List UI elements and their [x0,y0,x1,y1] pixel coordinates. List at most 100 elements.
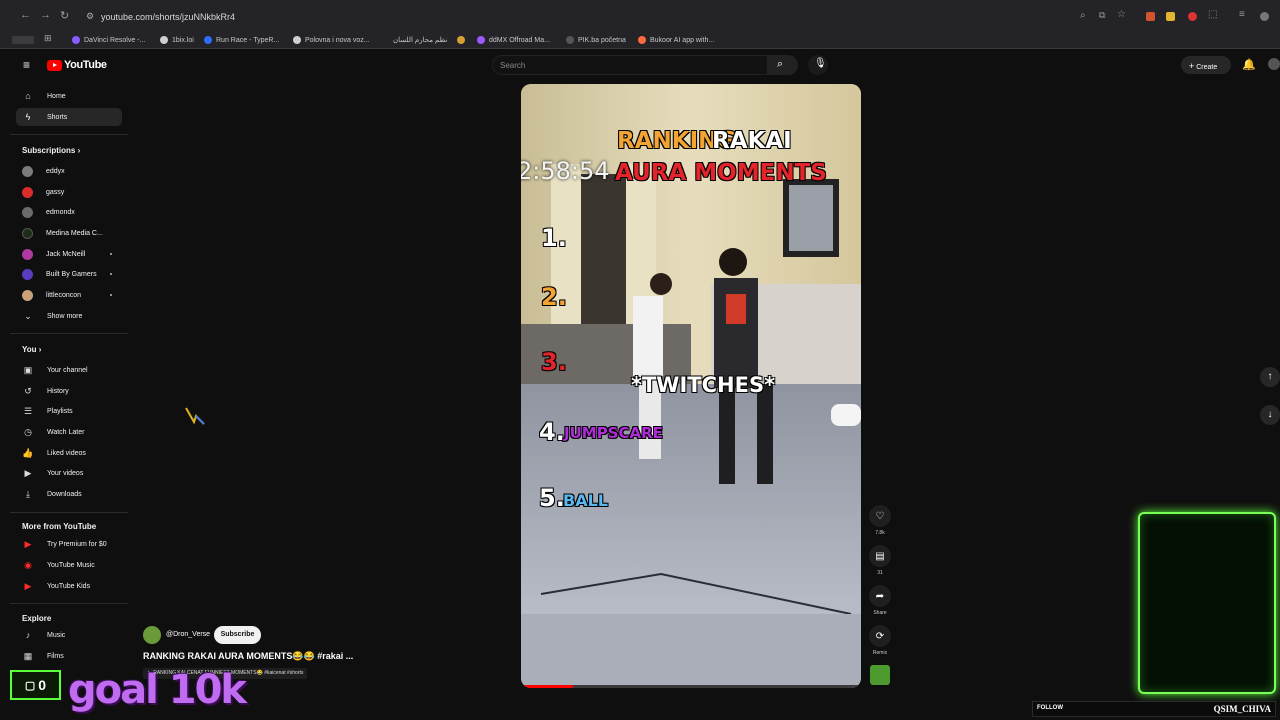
bookmark-item[interactable]: DaVinci Resolve -... [72,36,145,44]
bookmark-icon [566,36,574,44]
search-input[interactable]: Search [492,55,768,75]
site-info-icon[interactable]: ⚙ [86,11,94,22]
home-icon: ⌂ [25,91,31,101]
sidebar-item-films[interactable]: ▦ Films [16,647,122,665]
bookmark-item[interactable]: Bukoor AI app with... [638,36,714,44]
star-icon[interactable]: ☆ [1117,9,1126,20]
share-button[interactable]: ➦ Share [869,585,891,616]
sidebar-item-premium[interactable]: ▶ Try Premium for $0 [16,535,122,553]
search-button[interactable]: ⌕ [768,55,798,75]
apps-icon[interactable] [12,36,34,44]
title-word-rakai: RAKAI [712,128,792,154]
youtube-kids-icon: ▶ [24,580,32,591]
sidebar-item-home[interactable]: ⌂ Home [16,87,122,105]
previous-short-button[interactable]: ↑ [1260,367,1280,387]
extension-icon[interactable] [1146,12,1155,21]
youtube-premium-icon: ▶ [24,538,32,549]
install-icon[interactable]: ⧉ [1099,10,1105,21]
grid-icon[interactable]: ⊞ [44,33,52,44]
sidebar-item-your-videos[interactable]: ▶ Your videos [16,464,122,482]
bookmark-item[interactable]: Run Race - TypeR... [204,36,279,44]
sidebar-item-music[interactable]: ◉ YouTube Music [16,556,122,574]
sidebar-item-your-channel[interactable]: ▣ Your channel [16,361,122,379]
rank-5: 5. [539,484,565,512]
hamburger-menu-icon[interactable]: ≡ [23,58,30,72]
audio-thumbnail[interactable] [870,665,890,685]
reload-icon[interactable]: ↻ [60,9,69,22]
next-short-button[interactable]: ↓ [1260,405,1280,425]
youtube-logo-text[interactable]: YouTube [64,59,107,71]
bookmark-icon [204,36,212,44]
bookmark-item[interactable]: PIK.ba početna [566,36,626,44]
avatar [22,165,33,177]
show-more-button[interactable]: ⌄ Show more [16,307,122,325]
sidebar-item-history[interactable]: ↺ History [16,382,122,400]
comments-button[interactable]: ▤ 31 [869,545,891,576]
comment-icon: ▤ [869,545,891,567]
bookmark-item[interactable]: 1bix.loi [160,36,194,44]
youtube-music-icon: ◉ [24,559,32,570]
extension-icon[interactable] [1188,12,1197,21]
channel-avatar[interactable] [143,626,161,644]
channel-icon: ▣ [23,364,33,375]
extension-icon[interactable] [1166,12,1175,21]
sidebar-item-downloads[interactable]: ⤓ Downloads [16,485,122,503]
sidebar-item-kids[interactable]: ▶ YouTube Kids [16,577,122,595]
history-icon: ↺ [24,385,32,396]
url-text: youtube.com/shorts/jzuNNkbkRr4 [101,12,236,22]
bookmark-item[interactable]: نظم محارم اللسان [393,36,466,44]
menu-icon[interactable]: ≡ [1239,9,1245,20]
account-avatar[interactable] [1268,58,1280,70]
remix-icon: ⟳ [869,625,891,647]
live-dot [110,273,112,275]
create-button[interactable]: + Create [1181,56,1231,74]
avatar [22,186,33,198]
shorts-icon: ϟ [25,112,31,122]
follow-bar: FOLLOW QSIM_CHIVA [1032,701,1276,717]
youtube-logo-icon[interactable] [47,60,62,71]
sidebar-item-playlists[interactable]: ☰ Playlists [16,402,122,420]
sidebar-item-subscription[interactable]: littleconcon [16,286,122,304]
voice-search-button[interactable]: 🎙 [808,55,828,75]
channel-handle[interactable]: @Dron_Verse [166,631,210,638]
avatar [22,248,33,260]
sidebar-item-shorts[interactable]: ϟ Shorts [16,108,122,126]
sidebar-item-watch-later[interactable]: ◷ Watch Later [16,423,122,441]
mic-icon: 🎙 [814,58,827,69]
arrow-up-icon: ↑ [1267,371,1273,382]
playlists-icon: ☰ [23,405,33,416]
rank-2: 2. [541,283,567,311]
sidebar-item-subscription[interactable]: Built By Gamers [16,265,122,283]
subscriptions-heading[interactable]: Subscriptions › [22,146,80,155]
remix-button[interactable]: ⟳ Remix [869,625,891,656]
back-icon[interactable]: ← [20,9,31,21]
arrow-down-icon: ↓ [1267,409,1273,420]
sidebar-item-liked-videos[interactable]: 👍 Liked videos [16,444,122,462]
bookmark-item[interactable]: Polovna i nova voz... [293,36,370,44]
address-bar[interactable]: ⚙ youtube.com/shorts/jzuNNkbkRr4 [80,7,1080,27]
live-dot [110,253,112,255]
profile-icon[interactable] [1260,12,1269,21]
sidebar-item-subscription[interactable]: Medina Media C... [16,224,122,242]
subscribe-button[interactable]: Subscribe [214,626,261,644]
bookmark-icon [72,36,80,44]
explore-heading: Explore [22,614,52,623]
streamer-name: QSIM_CHIVA [1213,704,1271,714]
forward-icon[interactable]: → [40,9,51,21]
sidebar-item-explore-music[interactable]: ♪ Music [16,626,122,644]
extensions-icon[interactable]: ⬚ [1208,9,1217,20]
bookmark-icon [638,36,646,44]
like-button[interactable]: ♡ 7.8k [869,505,891,536]
sidebar-item-subscription[interactable]: eddyx [16,162,122,180]
goal-counter: ▢ 0 [10,670,61,700]
sidebar-item-subscription[interactable]: Jack McNeill [16,245,122,263]
notifications-icon[interactable]: 🔔 [1242,58,1256,71]
divider [10,134,128,135]
zoom-icon[interactable]: ⌕ [1080,10,1086,21]
bookmark-item[interactable]: ddMX Offroad Ma... [477,36,550,44]
avatar [22,206,33,218]
sidebar-item-subscription[interactable]: edmondx [16,203,122,221]
sidebar-item-subscription[interactable]: gassy [16,183,122,201]
you-heading[interactable]: You › [22,345,41,354]
shorts-video-player[interactable]: RANKING RAKAI 2:58:54 AURA MOMENTS 1. 2.… [521,84,861,688]
